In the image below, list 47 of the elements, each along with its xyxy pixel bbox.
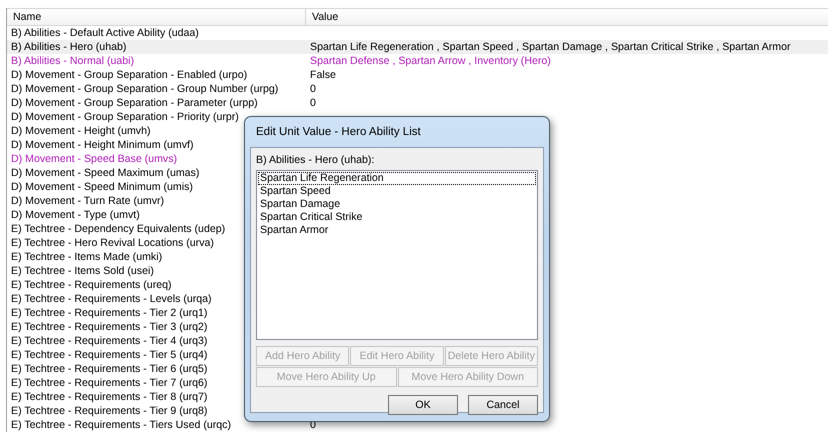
- list-label: B) Abilities - Hero (uhab):: [256, 153, 376, 167]
- table-cell: 0: [310, 82, 316, 96]
- table-cell: E) Techtree - Requirements - Tier 5 (urq4): [11, 349, 208, 361]
- table-cell: E) Techtree - Requirements - Tiers Used (urqc): [11, 419, 231, 431]
- table-cell: E) Techtree - Requirements - Tier 2 (urq1): [11, 307, 208, 319]
- table-cell: D) Movement - Speed Maximum (umas): [11, 167, 200, 179]
- list-item[interactable]: Spartan Life Regeneration: [258, 172, 536, 185]
- table-cell: B) Abilities - Default Active Ability (udaa): [11, 27, 199, 39]
- table-cell: Spartan Life Regeneration , Spartan Speed , Spartan Damage , Spartan Critical Strike , Spartan Armor: [310, 40, 791, 54]
- table-cell: D) Movement - Type (umvt): [11, 209, 140, 221]
- table-cell: E) Techtree - Requirements - Levels (urqa): [11, 293, 212, 305]
- ok-button[interactable]: OK: [388, 395, 458, 415]
- list-item[interactable]: Spartan Armor: [258, 224, 536, 237]
- column-header[interactable]: Value: [306, 9, 338, 25]
- table-cell: E) Techtree - Requirements - Tier 8 (urq7): [11, 391, 208, 403]
- table-cell: 0: [310, 96, 316, 110]
- table-cell: E) Techtree - Hero Revival Locations (urva): [11, 237, 214, 249]
- list-item[interactable]: Spartan Speed: [258, 185, 536, 198]
- table-cell: D) Movement - Speed Minimum (umis): [11, 181, 193, 193]
- table-cell: D) Movement - Height Minimum (umvf): [11, 139, 194, 151]
- table-cell: D) Movement - Turn Rate (umvr): [11, 195, 164, 207]
- table-cell: E) Techtree - Requirements - Tier 7 (urq6): [11, 377, 208, 389]
- window-title: Edit Unit Value - Hero Ability List: [256, 126, 421, 138]
- list-item[interactable]: Spartan Critical Strike: [258, 211, 536, 224]
- table-cell: E) Techtree - Requirements - Tier 3 (urq2): [11, 321, 208, 333]
- table-cell: E) Techtree - Items Made (umki): [11, 251, 162, 263]
- table-cell: B) Abilities - Hero (uhab): [11, 41, 126, 53]
- cancel-button[interactable]: Cancel: [468, 395, 538, 415]
- table-cell: E) Techtree - Requirements - Tier 9 (urq8): [11, 405, 208, 417]
- table-cell: D) Movement - Height (umvh): [11, 125, 151, 137]
- table-cell: D) Movement - Group Separation - Parameter (urpp): [11, 97, 258, 109]
- table-cell: D) Movement - Group Separation - Enabled (urpo): [11, 69, 248, 81]
- table-cell: E) Techtree - Requirements - Tier 4 (urq3): [11, 335, 208, 347]
- table-cell: False: [310, 68, 336, 82]
- table-cell: Spartan Defense , Spartan Arrow , Inventory (Hero): [310, 54, 551, 68]
- table-cell: E) Techtree - Dependency Equivalents (udep): [11, 223, 226, 235]
- column-header[interactable]: Name: [7, 9, 306, 25]
- selected-row[interactable]: B) Abilities - Hero (uhab) Spartan Life Regeneration , Spartan Speed , Spartan Damage , Spartan Critical Strike , Spartan Armor: [7, 40, 828, 54]
- table-cell: D) Movement - Speed Base (umvs): [11, 153, 178, 165]
- table-cell: D) Movement - Group Separation - Group Number (urpg): [11, 83, 278, 95]
- table-cell: E) Techtree - Requirements (ureq): [11, 279, 172, 291]
- table-cell: E) Techtree - Items Sold (usei): [11, 265, 154, 277]
- list-item[interactable]: Spartan Damage: [258, 198, 536, 211]
- table-cell: D) Movement - Group Separation - Priority (urpr): [11, 111, 239, 123]
- table-cell: B) Abilities - Normal (uabi): [11, 55, 134, 67]
- ability-list[interactable]: Spartan Life Regeneration Spartan Speed Spartan Damage Spartan Critical Strike Spartan Armor: [256, 170, 538, 340]
- table-cell: E) Techtree - Requirements - Tier 6 (urq5): [11, 363, 208, 375]
